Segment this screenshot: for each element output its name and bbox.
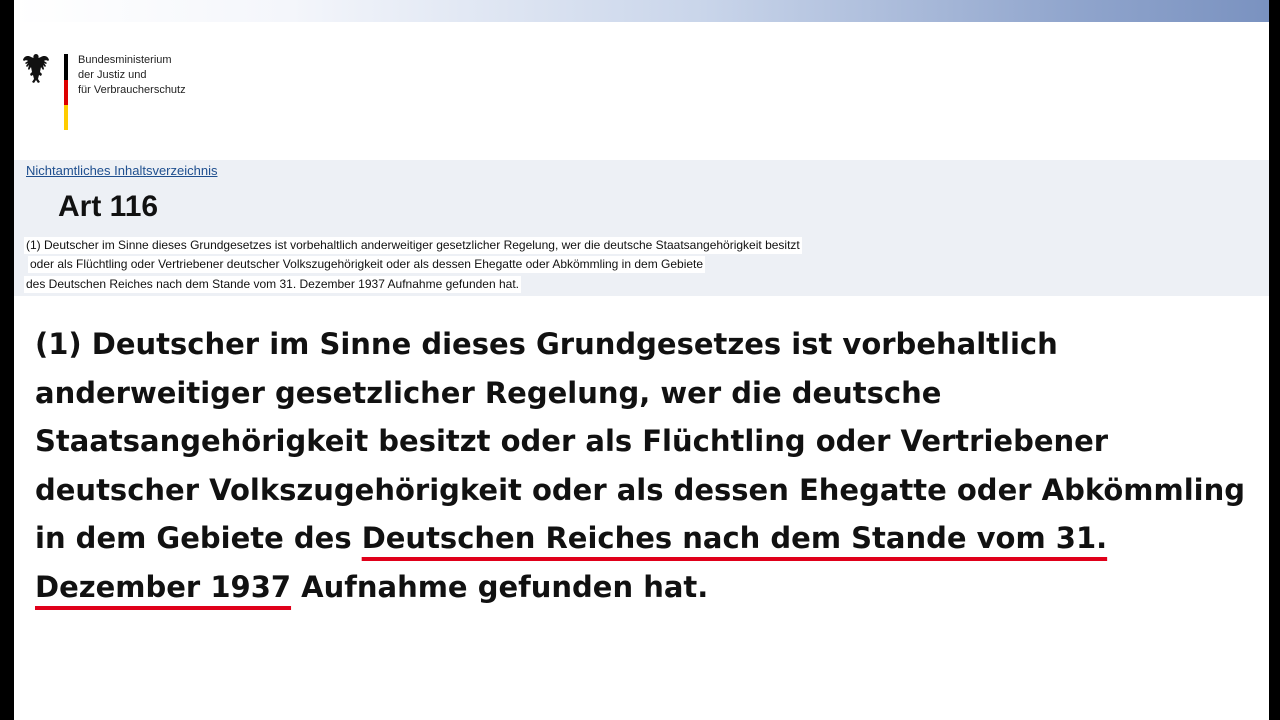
ministry-line: Bundesministerium xyxy=(78,54,172,66)
article-title: Art 116 xyxy=(58,190,159,223)
federal-eagle-icon xyxy=(23,54,49,83)
enlarged-text-part: Aufnahme gefunden hat. xyxy=(291,569,709,604)
ministry-logo: Bundesministerium der Justiz und für Ver… xyxy=(22,52,222,132)
article-text-line: des Deutschen Reiches nach dem Stande vo… xyxy=(24,276,521,293)
toc-link[interactable]: Nichtamtliches Inhaltsverzeichnis xyxy=(26,163,217,178)
document-page: Bundesministerium der Justiz und für Ver… xyxy=(14,0,1269,720)
ministry-line: für Verbraucherschutz xyxy=(78,84,186,96)
ministry-line: der Justiz und xyxy=(78,69,147,81)
german-flag-stripe xyxy=(64,54,68,130)
window-titlebar xyxy=(14,0,1269,22)
article-content: Nichtamtliches Inhaltsverzeichnis Art 11… xyxy=(14,160,1269,296)
article-text-line: oder als Flüchtling oder Vertriebener de… xyxy=(28,256,706,273)
article-text-line: (1) Deutscher im Sinne dieses Grundgeset… xyxy=(24,237,802,254)
ministry-name: Bundesministerium der Justiz und für Ver… xyxy=(78,53,186,98)
enlarged-article-text: (1) Deutscher im Sinne dieses Grundgeset… xyxy=(35,320,1245,611)
